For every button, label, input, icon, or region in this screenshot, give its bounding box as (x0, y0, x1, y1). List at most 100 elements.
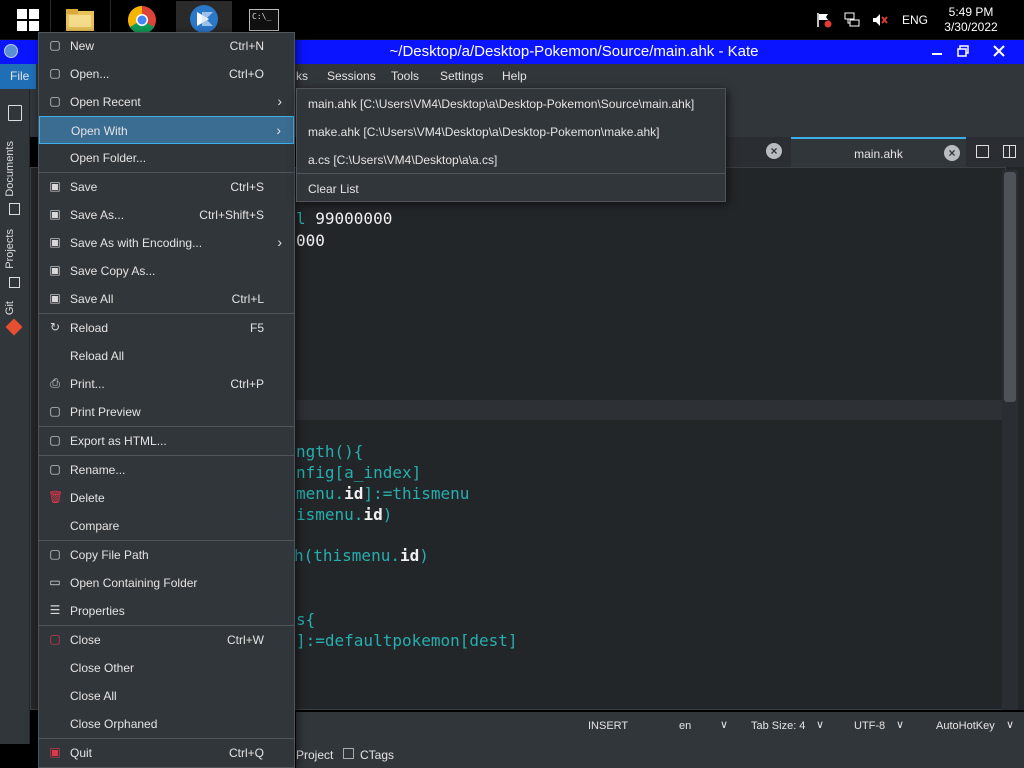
menu-item-label: Save All (70, 292, 114, 306)
file-menu-item-open-with[interactable]: Open With › (39, 116, 294, 144)
file-menu-item-close-other[interactable]: Close Other (39, 654, 294, 682)
chevron-right-icon: › (276, 122, 281, 138)
open-recent-icon: ▢ (49, 94, 61, 108)
clock-time: 5:49 PM (948, 5, 994, 19)
tab-main-ahk[interactable]: main.ahk × (791, 137, 966, 167)
syntax-mode[interactable]: AutoHotKey (936, 720, 995, 732)
input-mode[interactable]: INSERT (588, 720, 628, 732)
file-menu-item-print-preview[interactable]: ▢ Print Preview (39, 398, 294, 426)
menu-item-label: Save Copy As... (70, 264, 156, 278)
file-menu-item-save[interactable]: ▣ Save Ctrl+S (39, 173, 294, 201)
file-menu-item-new[interactable]: ▢ New Ctrl+N (39, 32, 294, 60)
code-token: nfig[a_index] (296, 463, 422, 482)
chevron-right-icon: › (277, 234, 282, 250)
close-doc-icon: ▢ (49, 632, 61, 646)
file-menu-item-close[interactable]: ▢ Close Ctrl+W (39, 626, 294, 654)
code-token: menu. (296, 484, 345, 503)
delete-icon: 🗑 (48, 490, 64, 504)
file-menu-item-rename[interactable]: ▢ Rename... (39, 456, 294, 484)
file-menu-item-save-as[interactable]: ▣ Save As... Ctrl+Shift+S (39, 201, 294, 229)
sidebar-tab-git[interactable]: Git (4, 301, 16, 315)
file-menu-item-reload-all[interactable]: Reload All (39, 342, 294, 370)
file-menu-item-close-orphaned[interactable]: Close Orphaned (39, 710, 294, 738)
menu-item-label: Quit (70, 746, 93, 760)
chevron-down-icon[interactable]: ∨ (896, 718, 904, 731)
close-window-button[interactable] (982, 40, 1016, 62)
sidebar-tab-label: Documents (4, 141, 16, 197)
file-menu-item-quit[interactable]: ▣ Quit Ctrl+Q (39, 739, 294, 767)
sidebar-new-doc-icon[interactable] (8, 105, 22, 121)
save-all-icon: ▣ (49, 291, 61, 305)
code-token: id (399, 546, 420, 565)
open-with-item-make-ahk[interactable]: make.ahk [C:\Users\VM4\Desktop\a\Desktop… (297, 117, 725, 145)
menu-help[interactable]: Help (502, 69, 527, 83)
open-with-item-main-ahk[interactable]: main.ahk [C:\Users\VM4\Desktop\a\Desktop… (297, 89, 725, 117)
menu-tools[interactable]: Tools (391, 69, 419, 83)
action-center-flag-icon[interactable] (813, 9, 835, 31)
sidebar-tab-documents[interactable]: Documents (4, 141, 16, 197)
sidebar-tab-projects[interactable]: Projects (4, 229, 16, 269)
menu-sessions[interactable]: Sessions (327, 69, 376, 83)
code-line: s{ (296, 610, 315, 629)
chevron-down-icon[interactable]: ∨ (816, 718, 824, 731)
menu-settings[interactable]: Settings (440, 69, 483, 83)
file-menu-item-save-copy-as[interactable]: ▣ Save Copy As... (39, 257, 294, 285)
split-view-icon[interactable] (1003, 145, 1016, 158)
save-as-encoding-icon: ▣ (49, 235, 61, 249)
close-icon (993, 45, 1005, 57)
clear-list-item[interactable]: Clear List (297, 174, 725, 202)
network-icon[interactable] (841, 9, 863, 31)
bottom-tab-ctags[interactable]: CTags (360, 748, 394, 762)
code-token: 99000000 (315, 209, 393, 228)
file-menu-item-export-as-html[interactable]: ▢ Export as HTML... (39, 427, 294, 455)
volume-muted-icon[interactable] (869, 9, 891, 31)
file-menu-item-compare[interactable]: Compare (39, 512, 294, 540)
editor-scrollbar-thumb[interactable] (1004, 172, 1016, 402)
chevron-down-icon[interactable]: ∨ (1006, 718, 1014, 731)
open-with-item-a-cs[interactable]: a.cs [C:\Users\VM4\Desktop\a\a.cs] (297, 145, 725, 173)
terminal-icon: C:\_ (249, 9, 279, 31)
encoding[interactable]: UTF-8 (854, 720, 885, 732)
menu-item-label: Print Preview (70, 405, 141, 419)
kate-app-icon[interactable] (4, 44, 18, 58)
code-line: menu.id]:=thismenu (296, 484, 469, 503)
kate-icon (190, 5, 218, 33)
chevron-down-icon[interactable]: ∨ (720, 718, 728, 731)
tab-close-icon[interactable]: × (766, 143, 782, 159)
menu-item-label: Close Orphaned (70, 717, 158, 731)
input-language[interactable]: ENG (902, 13, 928, 27)
menu-bookmarks[interactable]: ks (296, 69, 308, 83)
bottom-tab-project[interactable]: Project (296, 748, 333, 762)
dictionary-language[interactable]: en (679, 720, 691, 732)
file-menu-item-reload[interactable]: ↻ Reload F5 (39, 314, 294, 342)
code-line: ngth(){ (296, 442, 363, 461)
file-menu-item-open-containing-folder[interactable]: ▭ Open Containing Folder (39, 569, 294, 597)
file-menu-item-open-recent[interactable]: ▢ Open Recent › (39, 88, 294, 116)
git-icon (5, 318, 23, 336)
file-menu-item-close-all[interactable]: Close All (39, 682, 294, 710)
menu-item-label: Print... (70, 377, 105, 391)
file-menu-item-open-folder[interactable]: Open Folder... (39, 144, 294, 172)
file-menu-item-print[interactable]: ⎙ Print... Ctrl+P (39, 370, 294, 398)
file-menu-item-save-as-with-encoding[interactable]: ▣ Save As with Encoding... › (39, 229, 294, 257)
tab-close-icon[interactable]: × (944, 145, 960, 161)
menu-item-shortcut: Ctrl+S (230, 180, 264, 194)
menu-item-shortcut: Ctrl+L (231, 292, 264, 306)
properties-icon: ☰ (49, 603, 61, 617)
print-preview-icon: ▢ (49, 404, 61, 418)
menu-file[interactable]: File (0, 64, 36, 89)
restore-button[interactable] (946, 40, 980, 62)
file-menu-item-properties[interactable]: ☰ Properties (39, 597, 294, 625)
menu-item-shortcut: Ctrl+N (229, 39, 264, 53)
file-menu-item-copy-file-path[interactable]: ▢ Copy File Path (39, 541, 294, 569)
clock[interactable]: 5:49 PM 3/30/2022 (938, 5, 1004, 35)
code-token: 000 (296, 231, 325, 250)
menu-item-label: Copy File Path (70, 548, 149, 562)
file-menu-item-save-all[interactable]: ▣ Save All Ctrl+L (39, 285, 294, 313)
code-token: h(thismenu. (294, 546, 400, 565)
code-token: ) (419, 546, 429, 565)
file-menu-item-open[interactable]: ▢ Open... Ctrl+O (39, 60, 294, 88)
tab-size[interactable]: Tab Size: 4 (751, 720, 805, 732)
file-menu-item-delete[interactable]: 🗑 Delete (39, 484, 294, 512)
new-tab-icon[interactable] (976, 145, 989, 158)
